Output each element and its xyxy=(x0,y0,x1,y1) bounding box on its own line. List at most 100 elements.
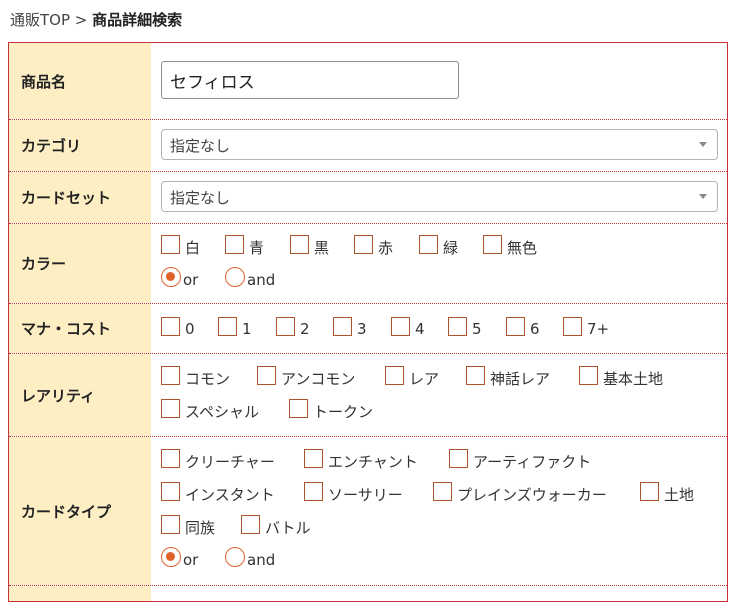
mana-7plus-checkbox[interactable]: 7+ xyxy=(563,316,610,338)
checkbox-label: 黒 xyxy=(314,239,330,257)
checkbox-icon xyxy=(290,235,309,254)
checkbox-icon xyxy=(161,482,180,501)
color-colorless-checkbox[interactable]: 無色 xyxy=(483,235,538,258)
type-artifact-checkbox[interactable]: アーティファクト xyxy=(449,449,592,472)
chevron-down-icon xyxy=(699,142,707,147)
checkbox-icon xyxy=(257,366,276,385)
type-creature-checkbox[interactable]: クリーチャー xyxy=(161,449,275,472)
radio-icon xyxy=(225,547,245,567)
checkbox-label: インスタント xyxy=(185,486,275,504)
color-red-checkbox[interactable]: 赤 xyxy=(354,235,394,258)
checkbox-icon xyxy=(433,482,452,501)
checkbox-icon xyxy=(354,235,373,254)
checkbox-icon xyxy=(483,235,502,254)
color-blue-checkbox[interactable]: 青 xyxy=(225,235,264,258)
checkbox-icon xyxy=(289,399,308,418)
checkbox-label: 7+ xyxy=(587,320,610,338)
checkbox-icon xyxy=(304,482,323,501)
checkbox-label: 0 xyxy=(185,320,195,338)
rarity-special-checkbox[interactable]: スペシャル xyxy=(161,399,259,422)
checkbox-label: 5 xyxy=(472,320,482,338)
breadcrumb-home-link[interactable]: 通販TOP xyxy=(10,11,70,29)
checkbox-icon xyxy=(333,316,352,336)
type-enchantment-checkbox[interactable]: エンチャント xyxy=(304,449,418,472)
checkbox-icon xyxy=(241,515,260,534)
radio-label: and xyxy=(247,551,276,569)
type-mode-or-radio[interactable]: or xyxy=(161,547,199,569)
category-select[interactable]: 指定なし xyxy=(161,129,718,160)
mana-1-checkbox[interactable]: 1 xyxy=(218,316,252,338)
checkbox-icon xyxy=(640,482,659,501)
row-card-type: カードタイプ クリーチャー エンチャント アーティファクト インスタント ソーサ… xyxy=(9,437,727,586)
checkbox-icon xyxy=(304,449,323,468)
type-battle-checkbox[interactable]: バトル xyxy=(241,515,311,538)
type-mode-and-radio[interactable]: and xyxy=(225,547,276,569)
checkbox-label: アンコモン xyxy=(281,370,356,388)
checkbox-label: 6 xyxy=(530,320,540,338)
radio-label: or xyxy=(183,551,199,569)
checkbox-label: クリーチャー xyxy=(185,453,275,471)
radio-label: and xyxy=(247,271,276,289)
mana-4-checkbox[interactable]: 4 xyxy=(391,316,425,338)
breadcrumb-separator: > xyxy=(74,11,88,29)
rarity-uncommon-checkbox[interactable]: アンコモン xyxy=(257,366,356,389)
label-product-name: 商品名 xyxy=(9,43,151,119)
row-product-name: 商品名 xyxy=(9,43,727,120)
rarity-token-checkbox[interactable]: トークン xyxy=(289,399,373,422)
mana-3-checkbox[interactable]: 3 xyxy=(333,316,367,338)
checkbox-label: エンチャント xyxy=(328,453,418,471)
color-mode-and-radio[interactable]: and xyxy=(225,267,276,289)
cardset-selected-value: 指定なし xyxy=(170,189,231,207)
type-instant-checkbox[interactable]: インスタント xyxy=(161,482,275,505)
rarity-basic-land-checkbox[interactable]: 基本土地 xyxy=(579,366,663,389)
checkbox-label: 無色 xyxy=(507,239,538,257)
type-land-checkbox[interactable]: 土地 xyxy=(640,482,694,505)
row-rarity: レアリティ コモン アンコモン レア 神話レア 基本土地 スペシャル トークン xyxy=(9,354,727,437)
checkbox-label: 同族 xyxy=(185,519,216,537)
label-category: カテゴリ xyxy=(9,120,151,171)
label-card-type: カードタイプ xyxy=(9,437,151,585)
type-sorcery-checkbox[interactable]: ソーサリー xyxy=(304,482,403,505)
row-category: カテゴリ 指定なし xyxy=(9,120,727,172)
checkbox-label: アーティファクト xyxy=(473,453,592,471)
checkbox-label: 2 xyxy=(300,320,310,338)
rarity-rare-checkbox[interactable]: レア xyxy=(385,366,440,389)
checkbox-icon xyxy=(276,316,295,336)
checkbox-icon xyxy=(161,449,180,468)
radio-selected-icon xyxy=(161,547,181,567)
color-white-checkbox[interactable]: 白 xyxy=(161,235,201,258)
color-mode-or-radio[interactable]: or xyxy=(161,267,199,289)
chevron-down-icon xyxy=(699,194,707,199)
row-mana-cost: マナ・コスト 0 1 2 3 4 5 6 7+ xyxy=(9,304,727,354)
checkbox-icon xyxy=(161,316,180,336)
mana-0-checkbox[interactable]: 0 xyxy=(161,316,195,338)
color-green-checkbox[interactable]: 緑 xyxy=(419,235,459,258)
label-next-partial xyxy=(9,586,151,601)
type-planeswalker-checkbox[interactable]: プレインズウォーカー xyxy=(433,482,607,505)
checkbox-label: 4 xyxy=(415,320,425,338)
mana-5-checkbox[interactable]: 5 xyxy=(448,316,482,338)
cardset-select[interactable]: 指定なし xyxy=(161,181,718,212)
checkbox-label: ソーサリー xyxy=(328,486,403,504)
radio-label: or xyxy=(183,271,199,289)
mana-6-checkbox[interactable]: 6 xyxy=(506,316,540,338)
checkbox-icon xyxy=(385,366,404,385)
checkbox-icon xyxy=(218,316,237,336)
checkbox-label: 緑 xyxy=(443,239,459,257)
checkbox-label: バトル xyxy=(265,519,311,537)
checkbox-icon xyxy=(579,366,598,385)
checkbox-icon xyxy=(448,316,467,336)
type-tribal-checkbox[interactable]: 同族 xyxy=(161,515,216,538)
checkbox-icon xyxy=(161,235,180,254)
mana-2-checkbox[interactable]: 2 xyxy=(276,316,310,338)
checkbox-label: レア xyxy=(409,370,440,388)
product-name-input[interactable] xyxy=(161,61,459,99)
breadcrumb: 通販TOP > 商品詳細検索 xyxy=(10,9,182,30)
checkbox-label: プレインズウォーカー xyxy=(457,486,607,504)
rarity-common-checkbox[interactable]: コモン xyxy=(161,366,230,389)
rarity-mythic-checkbox[interactable]: 神話レア xyxy=(466,366,550,389)
color-black-checkbox[interactable]: 黒 xyxy=(290,235,330,258)
checkbox-label: 赤 xyxy=(378,239,394,257)
checkbox-label: 白 xyxy=(185,239,201,257)
radio-icon xyxy=(225,267,245,287)
